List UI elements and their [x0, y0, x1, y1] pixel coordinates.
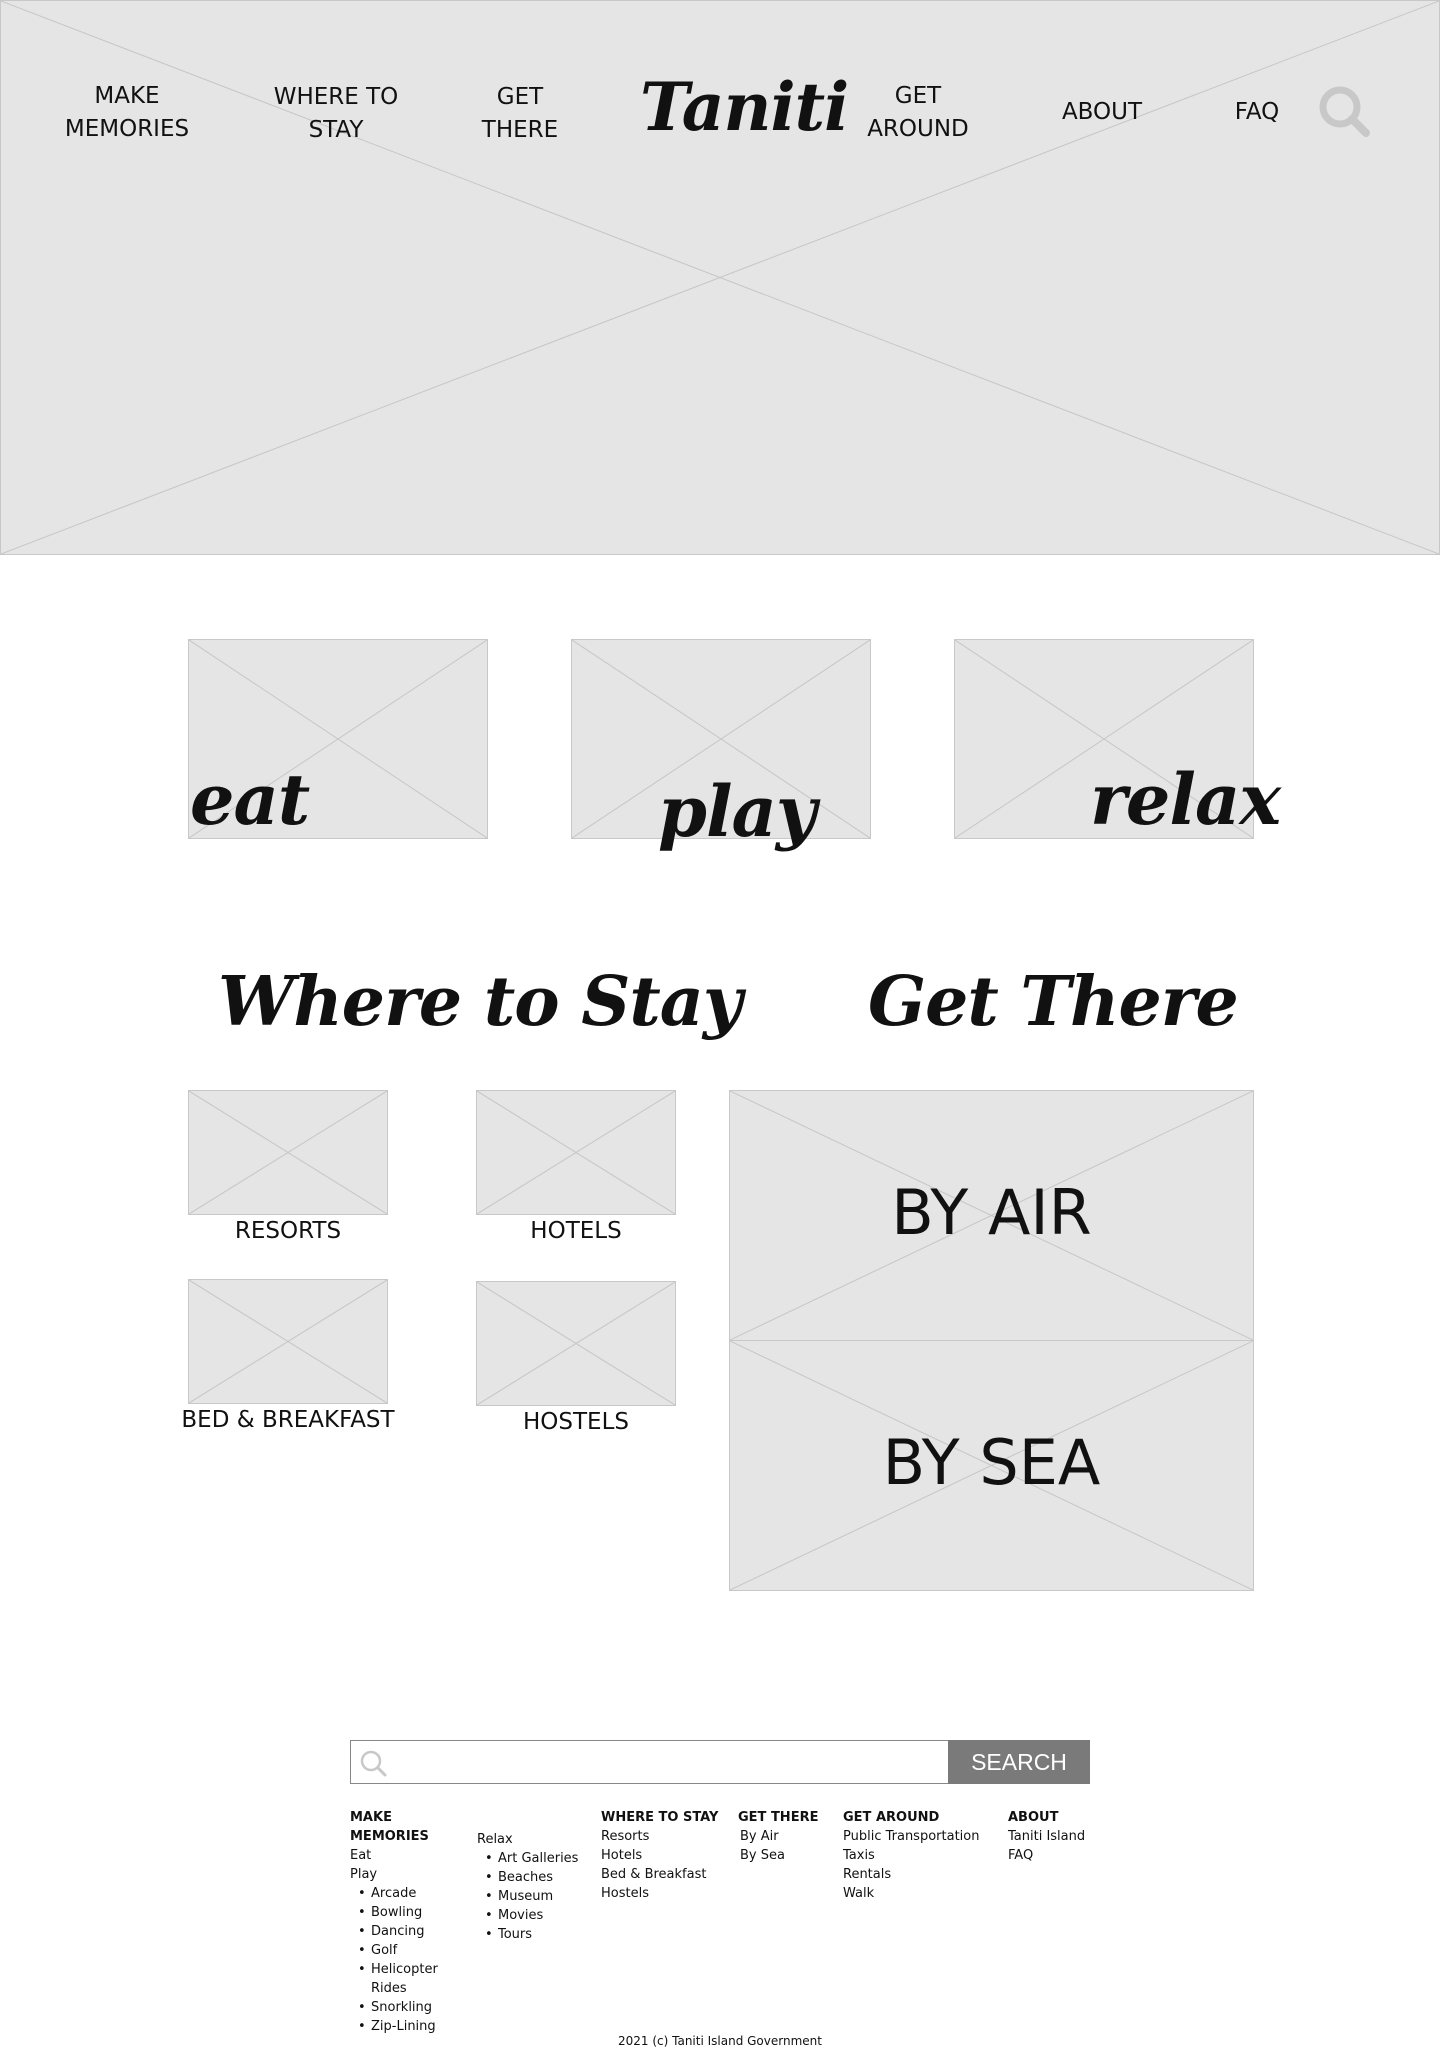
category-eat-label[interactable]: eat	[190, 760, 310, 840]
footer-heading-where-to-stay: WHERE TO STAY	[601, 1810, 719, 1825]
footer-heading-about: ABOUT	[1008, 1810, 1059, 1825]
footer-col-make-memories: MAKE MEMORIES Eat Play Arcade Bowling Da…	[350, 1808, 475, 2036]
hotels-label[interactable]: HOTELS	[456, 1218, 696, 1244]
footer-link-museum[interactable]: Museum	[485, 1887, 597, 1906]
footer-link-walk[interactable]: Walk	[843, 1884, 1003, 1903]
search-icon	[360, 1750, 387, 1777]
footer-link-taniti-island[interactable]: Taniti Island	[1008, 1827, 1108, 1846]
footer-link-tours[interactable]: Tours	[485, 1925, 597, 1944]
site-logo[interactable]: Taniti	[640, 68, 849, 146]
by-sea-label[interactable]: BY SEA	[730, 1426, 1253, 1499]
resorts-image-placeholder[interactable]	[188, 1090, 388, 1215]
footer-search-bar: SEARCH	[350, 1740, 1090, 1784]
footer-link-resorts[interactable]: Resorts	[601, 1827, 731, 1846]
nav-get-around[interactable]: GET AROUND	[838, 80, 998, 146]
footer-col-about: ABOUT Taniti Island FAQ	[1008, 1808, 1108, 1865]
bed-breakfast-image-placeholder[interactable]	[188, 1279, 388, 1404]
category-play-label[interactable]: play	[658, 772, 817, 852]
search-icon[interactable]	[1318, 85, 1372, 139]
footer-link-art-galleries[interactable]: Art Galleries	[485, 1849, 597, 1868]
footer-link-helicopter-rides[interactable]: Helicopter Rides	[358, 1960, 475, 1998]
footer-link-taxis[interactable]: Taxis	[843, 1846, 1003, 1865]
footer-relax-list: Art Galleries Beaches Museum Movies Tour…	[477, 1849, 597, 1944]
hostels-image-placeholder[interactable]	[476, 1281, 676, 1406]
footer-link-relax[interactable]: Relax	[477, 1830, 597, 1849]
footer-link-by-sea[interactable]: By Sea	[738, 1846, 833, 1865]
footer-link-rentals[interactable]: Rentals	[843, 1865, 1003, 1884]
footer-link-play[interactable]: Play	[350, 1865, 475, 1884]
footer-heading-get-there: GET THERE	[738, 1810, 819, 1825]
nav-about[interactable]: ABOUT	[1022, 96, 1182, 129]
hotels-image-placeholder[interactable]	[476, 1090, 676, 1215]
resorts-label[interactable]: RESORTS	[168, 1218, 408, 1244]
copyright-text: 2021 (c) Taniti Island Government	[618, 2034, 822, 2048]
nav-faq[interactable]: FAQ	[1177, 96, 1337, 129]
hostels-label[interactable]: HOSTELS	[456, 1409, 696, 1435]
footer-link-bowling[interactable]: Bowling	[358, 1903, 475, 1922]
footer-col-where-to-stay: WHERE TO STAY Resorts Hotels Bed & Break…	[601, 1808, 731, 1903]
where-to-stay-title: Where to Stay	[218, 962, 742, 1042]
footer-link-by-air[interactable]: By Air	[738, 1827, 833, 1846]
footer-link-hostels[interactable]: Hostels	[601, 1884, 731, 1903]
footer-search-input[interactable]	[391, 1745, 935, 1779]
footer-heading-get-around: GET AROUND	[843, 1810, 940, 1825]
footer-link-faq[interactable]: FAQ	[1008, 1846, 1108, 1865]
footer-link-arcade[interactable]: Arcade	[358, 1884, 475, 1903]
footer-link-dancing[interactable]: Dancing	[358, 1922, 475, 1941]
search-button[interactable]: SEARCH	[948, 1740, 1090, 1784]
footer-play-list: Arcade Bowling Dancing Golf Helicopter R…	[350, 1884, 475, 2036]
footer-link-snorkling[interactable]: Snorkling	[358, 1998, 475, 2017]
footer-link-eat[interactable]: Eat	[350, 1846, 475, 1865]
footer-col-get-there: GET THERE By Air By Sea	[738, 1808, 833, 1865]
category-relax-label[interactable]: relax	[1090, 760, 1281, 840]
footer-link-hotels[interactable]: Hotels	[601, 1846, 731, 1865]
footer-link-golf[interactable]: Golf	[358, 1941, 475, 1960]
by-air-label[interactable]: BY AIR	[730, 1176, 1253, 1249]
footer-heading-make-memories: MAKE MEMORIES	[350, 1810, 429, 1844]
footer-link-bed-breakfast[interactable]: Bed & Breakfast	[601, 1865, 731, 1884]
nav-make-memories[interactable]: MAKE MEMORIES	[47, 80, 207, 146]
footer-link-beaches[interactable]: Beaches	[485, 1868, 597, 1887]
footer-link-public-transportation[interactable]: Public Transportation	[843, 1827, 1003, 1846]
footer-col-get-around: GET AROUND Public Transportation Taxis R…	[843, 1808, 1003, 1903]
by-air-image-placeholder[interactable]: BY AIR	[729, 1090, 1254, 1341]
get-there-title: Get There	[868, 962, 1239, 1042]
footer-col-relax: Relax Art Galleries Beaches Museum Movie…	[477, 1830, 597, 1944]
footer-link-movies[interactable]: Movies	[485, 1906, 597, 1925]
bed-breakfast-label[interactable]: BED & BREAKFAST	[158, 1407, 418, 1433]
nav-where-to-stay[interactable]: WHERE TO STAY	[256, 81, 416, 147]
nav-get-there[interactable]: GET THERE	[440, 81, 600, 147]
by-sea-image-placeholder[interactable]: BY SEA	[729, 1340, 1254, 1591]
